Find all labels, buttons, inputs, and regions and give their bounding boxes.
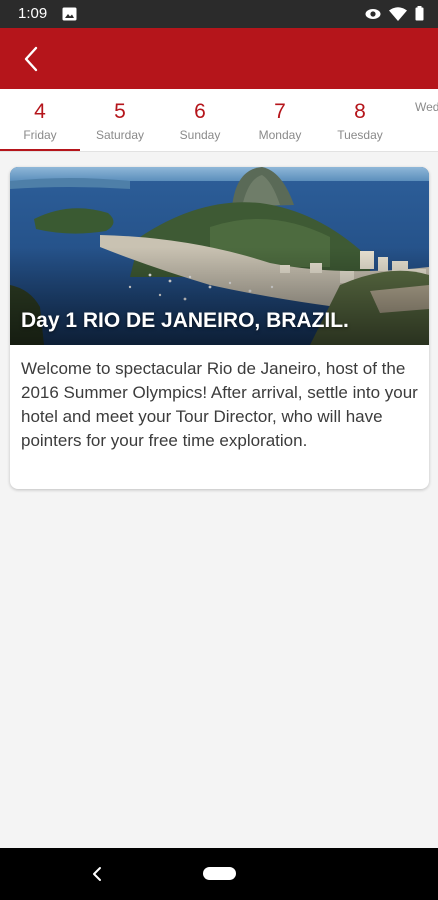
tab-day-sunday[interactable]: 6 Sunday: [160, 89, 240, 151]
system-nav-bar: [0, 848, 438, 900]
tab-day-saturday[interactable]: 5 Saturday: [80, 89, 160, 151]
battery-icon: [415, 6, 424, 21]
tab-day-monday[interactable]: 7 Monday: [240, 89, 320, 151]
nav-back-icon[interactable]: [88, 863, 108, 885]
tab-weekday: Monday: [258, 128, 302, 142]
status-bar: 1:09: [0, 0, 438, 28]
tab-weekday: Wed: [415, 100, 438, 114]
tab-weekday: Saturday: [95, 128, 145, 142]
status-time: 1:09: [18, 5, 48, 22]
tab-day-friday[interactable]: 4 Friday: [0, 89, 80, 151]
tab-date-number: 4: [34, 100, 46, 123]
tab-date-number: 6: [194, 100, 206, 123]
tab-day-tuesday[interactable]: 8 Tuesday: [320, 89, 400, 151]
app-bar: [0, 28, 438, 89]
itinerary-day-card[interactable]: Day 1 RIO DE JANEIRO, BRAZIL. Welcome to…: [10, 167, 429, 489]
day-description: Welcome to spectacular Rio de Janeiro, h…: [21, 359, 418, 450]
tab-weekday: Sunday: [179, 128, 221, 142]
home-pill-button[interactable]: [203, 867, 236, 880]
photo-notification-icon: [62, 7, 77, 21]
date-tabs: 4 Friday 5 Saturday 6 Sunday 7 Monday 8 …: [0, 89, 438, 152]
wifi-icon: [389, 6, 407, 21]
tab-date-number: 5: [114, 100, 126, 123]
chevron-left-icon: [24, 46, 38, 72]
tab-weekday: Friday: [23, 128, 57, 142]
tab-day-wednesday[interactable]: Wed: [400, 89, 438, 151]
eye-icon: [365, 8, 381, 19]
tab-date-number: 8: [354, 100, 366, 123]
back-button[interactable]: [14, 42, 48, 76]
day-title: Day 1 RIO DE JANEIRO, BRAZIL.: [21, 309, 349, 332]
status-icons: [365, 6, 424, 21]
tab-weekday: Tuesday: [337, 128, 383, 142]
hero-image: Day 1 RIO DE JANEIRO, BRAZIL.: [10, 167, 429, 345]
tab-date-number: 7: [274, 100, 286, 123]
